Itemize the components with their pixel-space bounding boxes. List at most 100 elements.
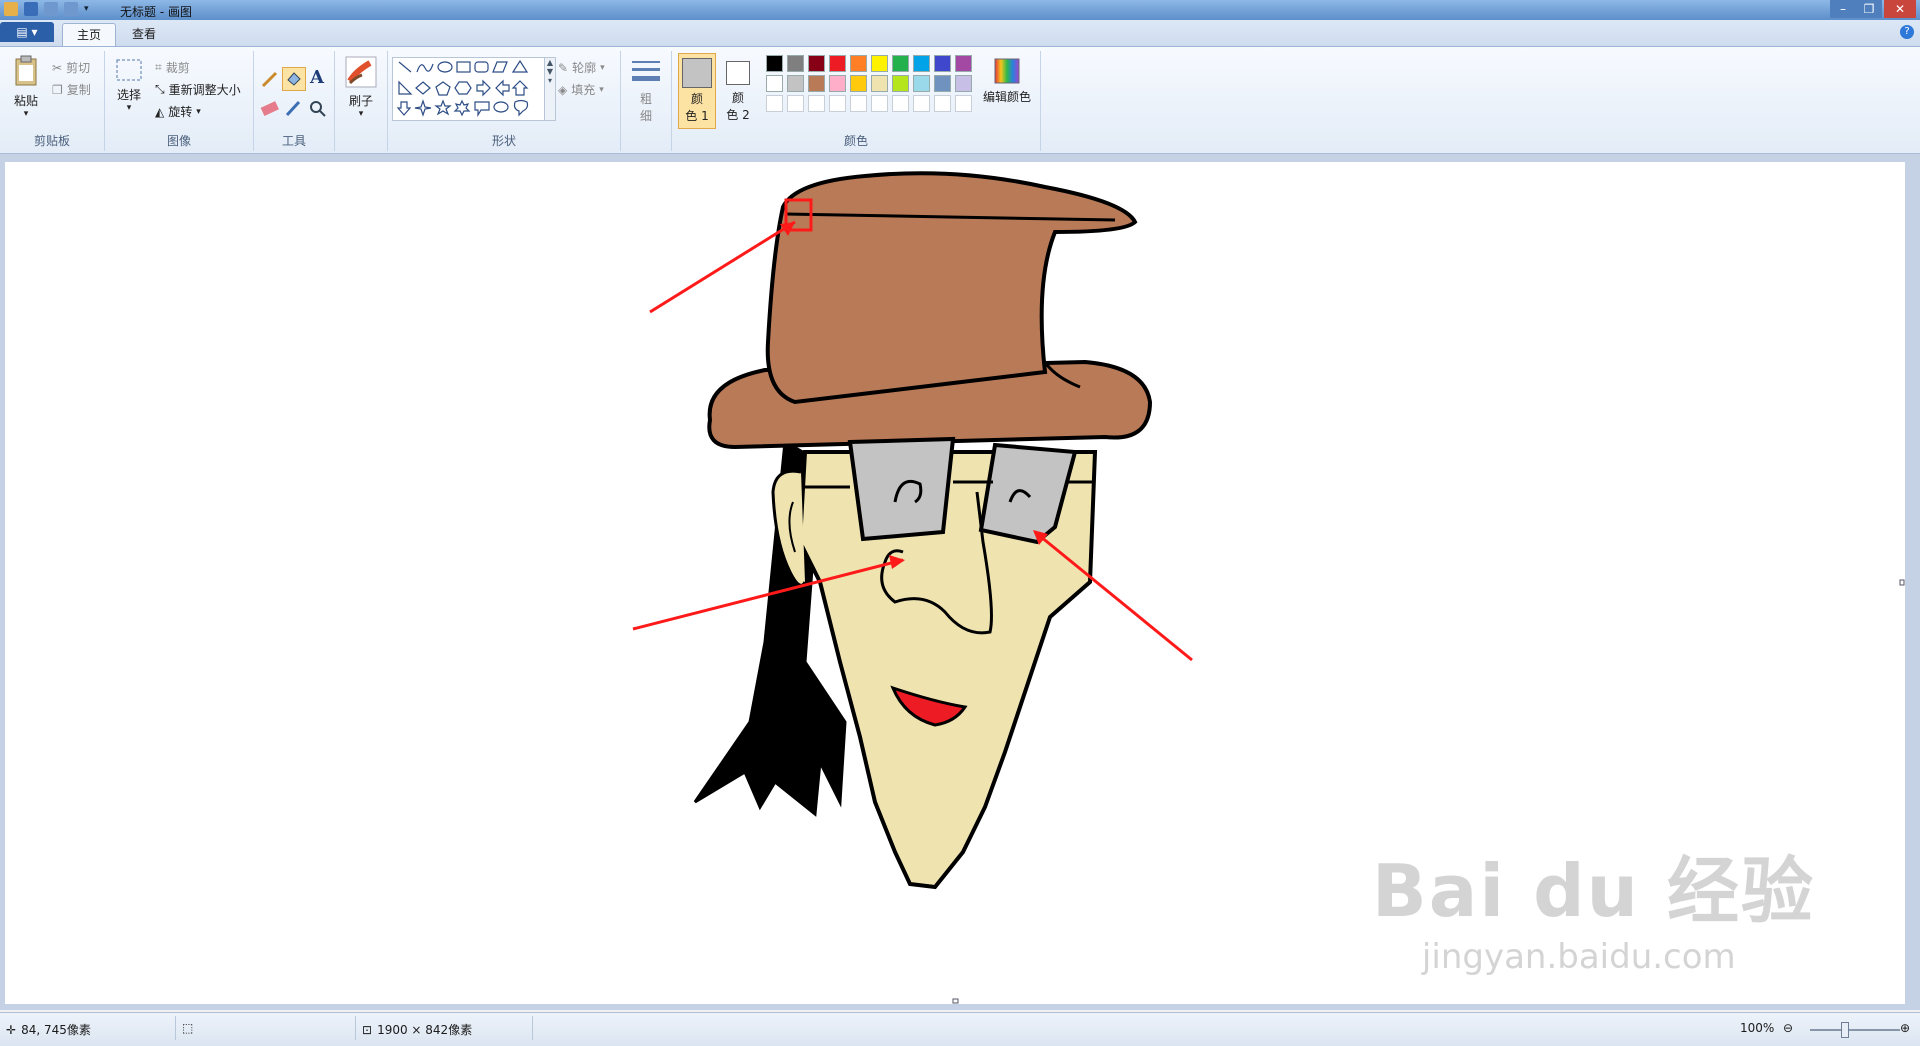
size-button[interactable]: 粗 细 [629,57,663,124]
edit-colors-button[interactable]: 编辑颜色 [978,57,1036,105]
color1-swatch [682,58,712,88]
resize-icon: ⤡ [155,82,165,96]
palette-swatch[interactable] [871,75,888,92]
line-thickness-icon [632,61,660,81]
cursor-position-text: 84, 745像素 [21,1023,91,1037]
status-bar: ✛ 84, 745像素 ⬚ ⊡ 1900 × 842像素 100% ⊖ ⊕ [0,1012,1920,1046]
canvas-size: ⊡ 1900 × 842像素 [362,1021,472,1038]
maximize-button[interactable]: ❐ [1856,0,1882,18]
fill-button[interactable]: ◈ 填充 ▾ [558,81,604,98]
shapes-group: ▲ ▼ ▾ ✎ 轮廓 ▾ ◈ 填充 ▾ 形状 [388,51,621,151]
custom-color-slot[interactable] [808,95,825,112]
eraser-icon[interactable] [260,99,280,117]
image-group: 选择 ▾ ⌗ 裁剪 ⤡ 重新调整大小 ◭ 旋转 ▾ 图像 [105,51,254,151]
outline-button[interactable]: ✎ 轮廓 ▾ [558,59,605,76]
cut-button[interactable]: ✂ 剪切 [52,59,90,76]
palette-swatch[interactable] [892,75,909,92]
palette-swatch[interactable] [829,55,846,72]
palette-swatch[interactable] [787,55,804,72]
colors-group: 颜 色 1 颜 色 2 编辑颜色 颜色 [672,51,1041,151]
undo-icon[interactable] [44,2,58,16]
magnifier-icon[interactable] [308,99,328,117]
tab-view[interactable]: 查看 [118,23,170,45]
help-icon[interactable]: ? [1900,25,1914,39]
custom-color-slot[interactable] [934,95,951,112]
scissors-icon: ✂ [52,60,63,75]
redo-icon[interactable] [64,2,78,16]
palette-swatch[interactable] [808,75,825,92]
palette-swatch[interactable] [955,75,972,92]
close-button[interactable]: ✕ [1884,0,1916,18]
selection-size: ⬚ [182,1021,193,1035]
chevron-down-icon[interactable]: ▾ [84,2,92,16]
resize-button[interactable]: ⤡ 重新调整大小 [155,81,241,98]
minimize-button[interactable]: – [1830,0,1856,18]
palette-swatch[interactable] [934,55,951,72]
palette-swatch[interactable] [871,55,888,72]
color-picker-icon[interactable] [284,99,304,117]
crosshair-icon: ✛ [6,1022,17,1037]
tools-group-label: 工具 [281,134,306,148]
brush-icon [345,56,377,88]
drawing-canvas[interactable]: Bai du 经验 jingyan.baidu.com [5,162,1905,1004]
custom-color-slot[interactable] [913,95,930,112]
palette-swatch[interactable] [850,75,867,92]
brush-label: 刷子 [348,94,373,108]
palette-swatch[interactable] [808,55,825,72]
custom-color-slot[interactable] [871,95,888,112]
paint-app-icon[interactable] [4,2,18,16]
select-button[interactable]: 选择 ▾ [111,57,147,113]
shapes-gallery[interactable] [392,57,546,121]
palette-swatch[interactable] [955,55,972,72]
color2-button[interactable]: 颜 色 2 [720,53,756,129]
palette-swatch[interactable] [913,75,930,92]
palette-swatch[interactable] [913,55,930,72]
paint-menu-button[interactable]: ▤ ▾ [0,22,54,42]
tab-home[interactable]: 主页 [62,23,117,46]
custom-color-slot[interactable] [766,95,783,112]
palette-swatch[interactable] [892,55,909,72]
palette-swatch[interactable] [766,55,783,72]
selection-rectangle-icon [116,59,142,81]
custom-color-slot[interactable] [829,95,846,112]
palette-swatch[interactable] [829,75,846,92]
zoom-out-button[interactable]: ⊖ [1783,1021,1793,1035]
palette-swatch[interactable] [787,75,804,92]
clipboard-group-label: 剪贴板 [33,134,70,148]
palette-swatch[interactable] [850,55,867,72]
plus-circle-icon: ⊕ [1900,1021,1911,1035]
custom-color-slot[interactable] [892,95,909,112]
status-divider [355,1016,356,1040]
canvas-size-text: 1900 × 842像素 [377,1023,473,1037]
status-divider [175,1016,176,1040]
size-group: 粗 细 [621,51,672,151]
ribbon: 粘贴 ▾ ✂ 剪切 ❐ 复制 剪贴板 选择 ▾ ⌗ 裁剪 ⤡ 重新调整大小 ◭ 旋转 ▾ 图… [0,47,1920,154]
fill-bucket-icon[interactable] [282,67,306,91]
color1-label-line2: 色 1 [685,109,709,123]
pencil-icon[interactable] [260,69,280,89]
save-icon[interactable] [24,2,38,16]
copy-icon: ❐ [52,82,63,97]
palette-swatch[interactable] [934,75,951,92]
crop-icon: ⌗ [155,60,162,74]
zoom-in-button[interactable]: ⊕ [1900,1021,1910,1035]
shapes-gallery-icons [396,59,529,118]
custom-color-slot[interactable] [787,95,804,112]
fill-icon: ◈ [558,82,568,97]
zoom-slider-thumb[interactable] [1841,1022,1849,1038]
text-tool-icon[interactable]: A [310,67,324,88]
custom-color-slot[interactable] [955,95,972,112]
copy-button[interactable]: ❐ 复制 [52,81,91,98]
crop-button[interactable]: ⌗ 裁剪 [155,59,190,76]
custom-color-slot[interactable] [850,95,867,112]
color1-button[interactable]: 颜 色 1 [678,53,716,129]
outline-label: 轮廓 [572,61,597,75]
rotate-button[interactable]: ◭ 旋转 ▾ [155,103,201,120]
brush-button[interactable]: 刷子 ▾ [341,55,381,119]
palette-swatch[interactable] [766,75,783,92]
paste-button[interactable]: 粘贴 ▾ [8,55,44,119]
fill-label: 填充 [571,83,596,97]
shapes-scroll[interactable]: ▲ ▼ ▾ [544,57,556,121]
zoom-slider[interactable] [1810,1029,1900,1031]
colors-group-label: 颜色 [843,134,868,148]
